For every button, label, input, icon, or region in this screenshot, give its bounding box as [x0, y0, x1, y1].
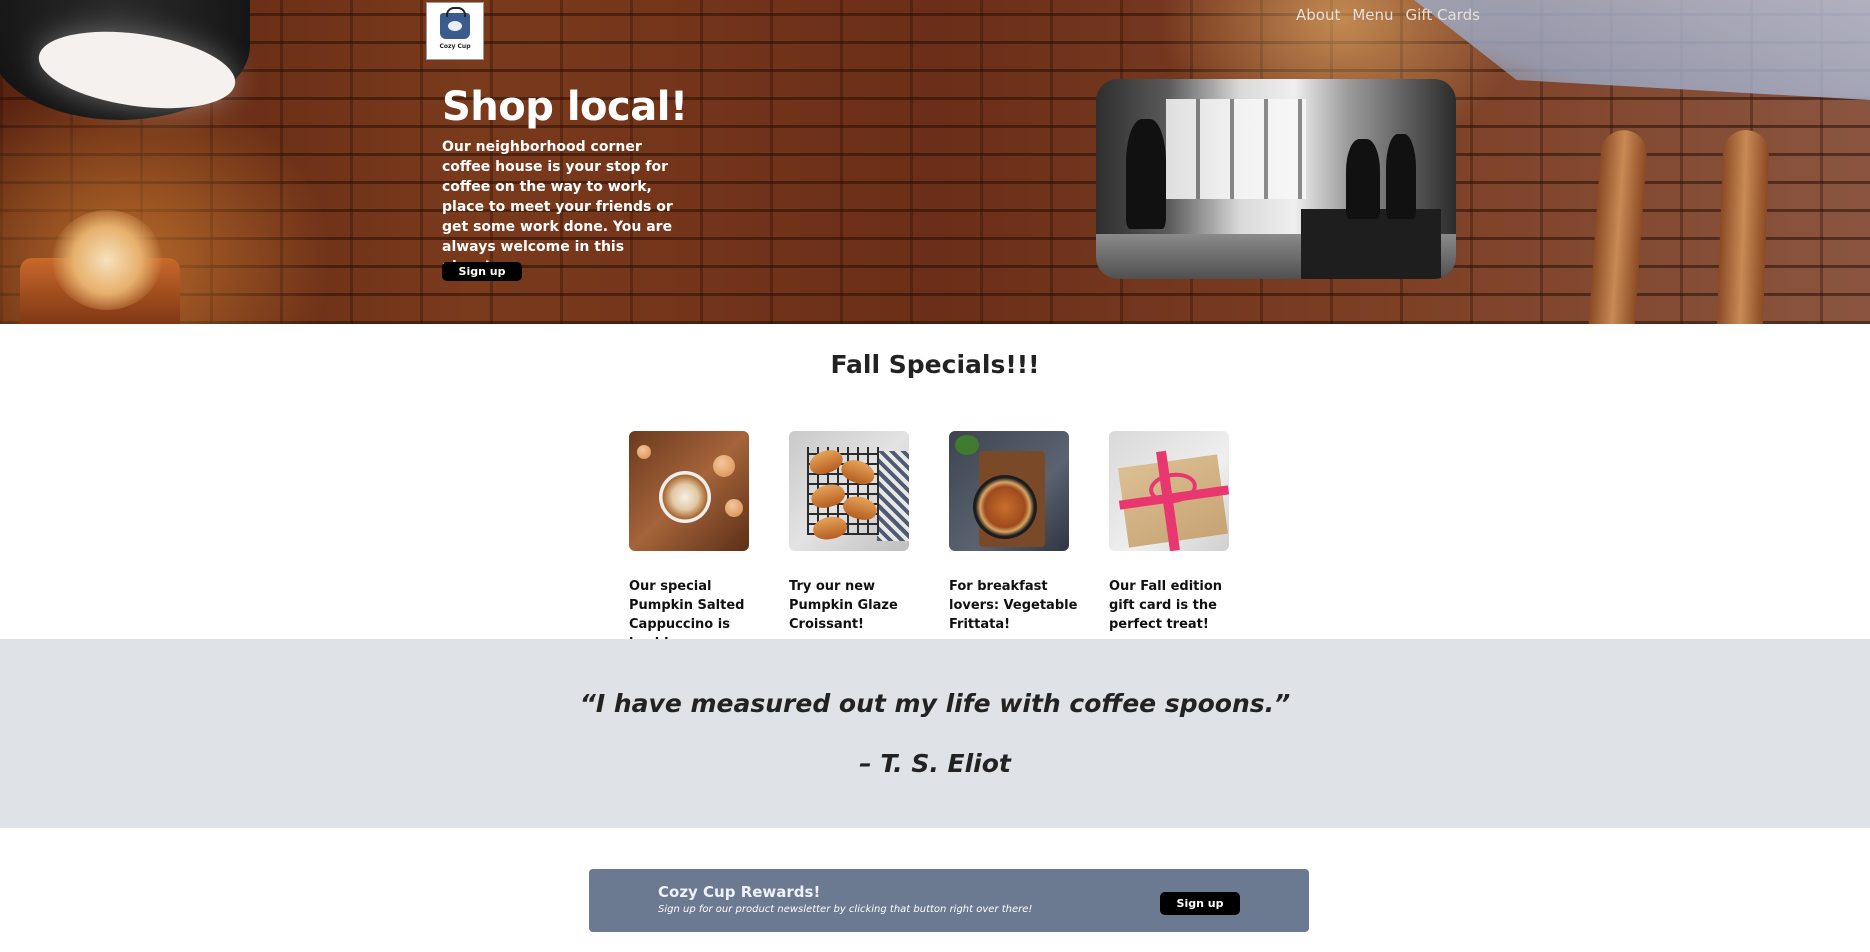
logo[interactable]: Cozy Cup	[426, 2, 484, 60]
coffee-cup-icon	[659, 471, 711, 523]
quote-text: “I have measured out my life with coffee…	[579, 689, 1291, 718]
rewards-subtitle: Sign up for our product newsletter by cl…	[658, 904, 1033, 915]
cafe-interior-photo	[1096, 79, 1456, 279]
ski-decor	[1716, 129, 1770, 324]
specials-title: Fall Specials!!!	[830, 350, 1040, 379]
main-nav: About Menu Gift Cards	[1296, 6, 1492, 24]
frittata-image	[949, 431, 1069, 551]
gift-card-image	[1109, 431, 1229, 551]
special-card[interactable]: Try our new Pumpkin Glaze Croissant!	[789, 431, 919, 634]
photo-person-decor	[1346, 139, 1380, 219]
nav-link-gift-cards[interactable]: Gift Cards	[1406, 6, 1480, 24]
nav-link-about[interactable]: About	[1296, 6, 1340, 24]
special-card[interactable]: Our Fall edition gift card is the perfec…	[1109, 431, 1239, 634]
special-card-text: For breakfast lovers: Vegetable Frittata…	[949, 579, 1078, 632]
herb-decor	[955, 435, 979, 455]
latte-image	[629, 431, 749, 551]
rewards-signup-button[interactable]: Sign up	[1160, 892, 1240, 915]
rewards-banner: Cozy Cup Rewards! Sign up for our produc…	[589, 869, 1309, 932]
bulb-decor	[52, 210, 162, 310]
nav-link-menu[interactable]: Menu	[1352, 6, 1393, 24]
logo-text: Cozy Cup	[439, 42, 471, 50]
frittata-pan-icon	[973, 475, 1037, 539]
hero-section: Cozy Cup About Menu Gift Cards Shop loca…	[0, 0, 1870, 324]
ski-decor	[1587, 128, 1649, 324]
special-card-text: Our Fall edition gift card is the perfec…	[1109, 579, 1223, 632]
photo-window-decor	[1166, 99, 1306, 199]
quote-author: – T. S. Eliot	[859, 749, 1011, 778]
photo-counter-decor	[1301, 209, 1441, 279]
photo-person-decor	[1386, 134, 1416, 219]
pumpkin-decor	[725, 499, 743, 517]
pumpkin-decor	[713, 455, 735, 477]
special-card-text: Try our new Pumpkin Glaze Croissant!	[789, 579, 898, 632]
croissant-image	[789, 431, 909, 551]
pumpkin-decor	[637, 445, 651, 459]
photo-plant-decor	[1126, 119, 1166, 229]
hero-description: Our neighborhood corner coffee house is …	[442, 139, 673, 275]
special-card[interactable]: Our special Pumpkin Salted Cappuccino is…	[629, 431, 759, 653]
quote-section: “I have measured out my life with coffee…	[0, 639, 1870, 828]
special-card[interactable]: For breakfast lovers: Vegetable Frittata…	[949, 431, 1079, 634]
hero-signup-button[interactable]: Sign up	[442, 262, 522, 281]
towel-decor	[877, 451, 909, 541]
coffee-cup-logo-icon	[440, 6, 470, 39]
rewards-title: Cozy Cup Rewards!	[658, 883, 821, 901]
hero-title: Shop local!	[442, 84, 688, 130]
